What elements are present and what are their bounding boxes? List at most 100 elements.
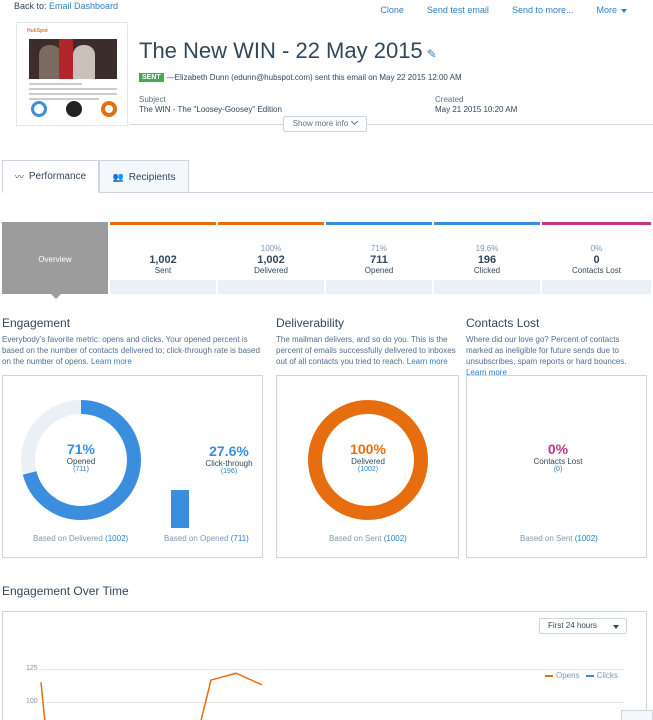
- stat-opened[interactable]: 71% 711 Opened: [326, 222, 432, 294]
- created-value: May 21 2015 10:20 AM: [435, 105, 518, 114]
- stat-label: Opened: [364, 266, 394, 275]
- tab-bar: 〰 Performance 👥 Recipients: [2, 160, 189, 193]
- deliverability-panel: 100% Delivered (1002) Based on Sent (100…: [276, 375, 459, 558]
- lost-based-on-sent: Based on Sent (1002): [520, 534, 598, 543]
- more-label: More: [596, 5, 617, 15]
- sprocket-icon: [101, 101, 117, 117]
- chevron-down-icon: [613, 625, 619, 629]
- stat-sent[interactable]: 1,002 Sent: [110, 222, 216, 294]
- overview-label: Overview: [38, 255, 72, 264]
- delivered-label: Delivered: [351, 457, 385, 466]
- stat-num: 196: [477, 254, 497, 266]
- time-range-select[interactable]: First 24 hours: [539, 618, 627, 634]
- show-more-info-button[interactable]: Show more info: [283, 116, 367, 132]
- stat-num: 1,002: [257, 254, 285, 266]
- legend-clicks[interactable]: Clicks: [585, 671, 618, 680]
- created-label: Created: [435, 95, 464, 104]
- click-pct: 27.6%: [209, 443, 249, 459]
- tab-performance[interactable]: 〰 Performance: [2, 160, 99, 193]
- stat-label: Contacts Lost: [572, 266, 621, 275]
- subject-label: Subject: [139, 95, 166, 104]
- stat-pct: 100%: [260, 244, 282, 253]
- deliverability-learn-more[interactable]: Learn more: [407, 357, 448, 366]
- legend-opens-label: Opens: [556, 671, 580, 680]
- legend-clicks-label: Clicks: [596, 671, 618, 680]
- based-opened-count[interactable]: (711): [231, 534, 249, 543]
- legend-opens[interactable]: Opens: [545, 671, 580, 680]
- stat-clicked[interactable]: 19.6% 196 Clicked: [434, 222, 540, 294]
- gears-icon: [31, 101, 47, 117]
- opened-pct: 71%: [66, 441, 96, 457]
- clone-button[interactable]: Clone: [380, 5, 404, 15]
- stat-num: 711: [370, 254, 388, 266]
- delivered-center: 100% Delivered (1002): [330, 441, 406, 473]
- back-nav: Back to: Email Dashboard: [14, 1, 118, 11]
- deliverability-based-count[interactable]: (1002): [384, 534, 407, 543]
- scroll-corner[interactable]: [621, 710, 653, 720]
- chevron-down-icon: [621, 8, 627, 13]
- stat-bar: [218, 222, 324, 225]
- number-four-icon: [66, 101, 82, 117]
- stat-bar: [542, 222, 651, 225]
- click-center: 27.6% Click-through (196): [199, 443, 259, 475]
- deliverability-title: Deliverability: [276, 316, 345, 330]
- status-badge: SENT: [139, 73, 164, 82]
- send-to-more-button[interactable]: Send to more...: [512, 5, 574, 15]
- stat-bar: [434, 222, 540, 225]
- thumb-photo: [29, 39, 117, 79]
- sent-details: —Elizabeth Dunn (edunn@hubspot.com) sent…: [166, 73, 462, 82]
- header-actions: Clone Send test email Send to more... Mo…: [380, 5, 627, 15]
- stat-bar: [110, 222, 216, 225]
- stat-num: 0: [593, 254, 600, 266]
- engagement-learn-more[interactable]: Learn more: [91, 357, 132, 366]
- tabs-divider: [2, 192, 653, 193]
- tab-recipients[interactable]: 👥 Recipients: [99, 160, 189, 193]
- chart-legend: Opens Clicks: [545, 671, 618, 680]
- based-delivered-count[interactable]: (1002): [105, 534, 128, 543]
- tab-performance-label: Performance: [28, 171, 87, 182]
- send-test-email-button[interactable]: Send test email: [427, 5, 489, 15]
- stat-overview[interactable]: Overview: [2, 222, 108, 294]
- y-tick-label: 125: [26, 665, 38, 672]
- delivered-count[interactable]: (1002): [330, 466, 406, 473]
- sent-info: SENT —Elizabeth Dunn (edunn@hubspot.com)…: [139, 73, 462, 82]
- based-on-sent: Based on Sent (1002): [329, 534, 407, 543]
- more-dropdown[interactable]: More: [596, 5, 627, 15]
- time-range-value: First 24 hours: [548, 621, 597, 630]
- deliverability-desc: The mailman delivers, and so do you. Thi…: [276, 334, 458, 367]
- engagement-panel: 71% Opened (711) 27.6% Click-through (19…: [2, 375, 263, 558]
- contacts-lost-desc: Where did our love go? Percent of contac…: [466, 334, 648, 378]
- contacts-lost-desc-text: Where did our love go? Percent of contac…: [466, 335, 627, 366]
- based-opened-prefix: Based on Opened: [164, 534, 229, 543]
- lost-count[interactable]: (0): [520, 466, 596, 473]
- lost-based-count[interactable]: (1002): [575, 534, 598, 543]
- back-prefix: Back to:: [14, 1, 47, 11]
- selected-indicator: [49, 292, 63, 299]
- based-on-delivered: Based on Delivered (1002): [33, 534, 128, 543]
- opened-center: 71% Opened (711): [43, 441, 119, 473]
- pencil-icon[interactable]: ✎: [427, 47, 437, 61]
- lost-center: 0% Contacts Lost (0): [520, 441, 596, 473]
- opened-count[interactable]: (711): [43, 466, 119, 473]
- email-title: The New WIN - 22 May 2015: [139, 38, 423, 63]
- show-more-label: Show more info: [292, 119, 349, 128]
- tab-recipients-label: Recipients: [128, 171, 176, 183]
- email-dashboard-link[interactable]: Email Dashboard: [49, 1, 118, 11]
- deliverability-based-prefix: Based on Sent: [329, 534, 382, 543]
- click-count[interactable]: (196): [199, 468, 259, 475]
- page-title: The New WIN - 22 May 2015 ✎: [139, 38, 437, 64]
- stat-delivered[interactable]: 100% 1,002 Delivered: [218, 222, 324, 294]
- stat-contacts-lost[interactable]: 0% 0 Contacts Lost: [542, 222, 651, 294]
- gridline: [40, 669, 624, 670]
- stats-strip: Overview 1,002 Sent 100% 1,002 Delivered…: [2, 222, 653, 294]
- click-through-bar: [171, 490, 189, 528]
- email-thumbnail[interactable]: HubSpot: [16, 22, 128, 126]
- thumb-icons: [31, 101, 117, 117]
- lost-based-prefix: Based on Sent: [520, 534, 573, 543]
- delivered-pct: 100%: [350, 441, 386, 457]
- contacts-lost-panel: 0% Contacts Lost (0) Based on Sent (1002…: [466, 375, 647, 558]
- people-icon: 👥: [112, 171, 124, 182]
- lost-pct: 0%: [547, 441, 569, 457]
- engagement-desc: Everybody's favorite metric: opens and c…: [2, 334, 264, 367]
- based-delivered-prefix: Based on Delivered: [33, 534, 103, 543]
